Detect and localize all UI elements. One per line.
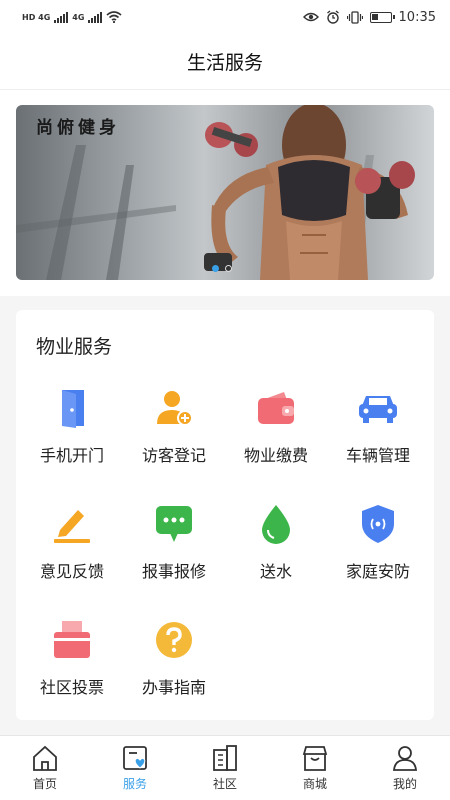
service-item-door[interactable]: 手机开门 [20,382,124,482]
vibrate-icon [346,10,363,24]
service-item-water[interactable]: 送水 [224,498,328,598]
wallet-icon [258,392,294,424]
service-item-security[interactable]: 家庭安防 [326,498,430,598]
door-icon [62,390,84,428]
service-label: 手机开门 [39,446,104,465]
clock: 10:35 [398,9,436,25]
water-drop-icon [262,505,290,544]
network-type-right: 4G [72,12,85,22]
service-label: 意见反馈 [39,562,104,581]
service-item-payment[interactable]: 物业缴费 [224,382,328,482]
signal-icon [54,11,69,23]
tab-community[interactable]: 社区 [180,736,270,800]
system-indicators: 10:35 [302,9,436,25]
tab-label: 首页 [32,777,57,791]
community-icon [213,745,237,771]
tab-service[interactable]: 服务 [90,736,180,800]
service-label: 报事报修 [141,562,206,581]
tab-label: 社区 [212,777,237,791]
tab-store[interactable]: 商城 [270,736,360,800]
service-item-repair[interactable]: 报事报修 [122,498,226,598]
car-icon [359,396,397,423]
service-label: 访客登记 [141,446,206,465]
eye-icon [302,12,319,22]
service-label: 车辆管理 [345,446,410,465]
tab-home[interactable]: 首页 [0,736,90,800]
network-indicators: HD 4G 4G [22,11,122,23]
page-title: 生活服务 [186,52,263,74]
carousel-dot[interactable] [225,265,232,272]
alarm-icon [326,10,339,24]
wifi-icon [106,11,122,23]
service-icon [123,746,147,770]
service-item-guide[interactable]: 办事指南 [122,614,226,714]
pencil-icon [54,510,90,543]
shield-icon [362,505,394,543]
service-item-feedback[interactable]: 意见反馈 [20,498,124,598]
service-label: 家庭安防 [345,562,410,581]
add-visitor-icon [157,391,193,426]
service-item-vote[interactable]: 社区投票 [20,614,124,714]
service-label: 办事指南 [141,678,206,697]
profile-icon [393,746,417,771]
home-icon [33,745,57,771]
service-label: 物业缴费 [243,446,308,465]
chat-bubble-icon [156,506,192,542]
tab-label: 服务 [122,777,147,791]
banner-section: 尚俯健身 [0,90,450,296]
network-type-left: HD 4G [22,12,51,22]
battery-icon [369,11,395,23]
service-label: 送水 [259,562,292,581]
store-icon [302,746,328,771]
tab-label: 商城 [302,777,327,791]
banner-logo-text: 尚俯健身 [36,118,120,138]
banner-carousel[interactable]: 尚俯健身 [16,105,434,280]
ballot-box-icon [54,621,90,658]
service-item-visitor[interactable]: 访客登记 [122,382,226,482]
service-item-vehicle[interactable]: 车辆管理 [326,382,430,482]
tab-profile[interactable]: 我的 [360,736,450,800]
app-header: 生活服务 [0,34,450,90]
service-label: 社区投票 [39,678,104,697]
property-services-card: 物业服务 手机开门 访客登记 物业缴费 车辆管理 意见反馈 报事报修 送水 家庭… [16,310,434,720]
question-icon [156,622,192,658]
tab-label: 我的 [392,777,417,791]
carousel-indicators [212,265,232,272]
section-title: 物业服务 [36,336,113,358]
status-bar: HD 4G 4G 10:35 [0,0,450,34]
signal-icon-2 [88,11,103,23]
bottom-tab-bar: 首页 服务 社区 商城 我的 [0,735,450,800]
carousel-dot[interactable] [212,265,219,272]
